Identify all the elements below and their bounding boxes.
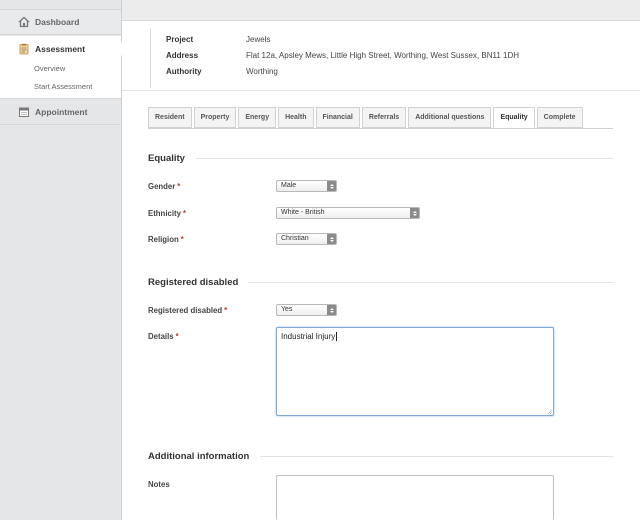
sidebar-group-assessment: Assessment Overview Start Assessment bbox=[0, 36, 128, 99]
select-value: Yes bbox=[281, 306, 293, 313]
updown-arrow-icon bbox=[327, 305, 336, 315]
section-title-equality: Equality bbox=[148, 153, 185, 164]
tab-referrals[interactable]: Referrals bbox=[361, 107, 407, 128]
notes-label: Notes bbox=[148, 480, 170, 489]
tab-equality[interactable]: Equality bbox=[493, 107, 535, 128]
ethnicity-select[interactable]: White - British bbox=[276, 207, 420, 219]
calendar-icon bbox=[18, 106, 30, 118]
tab-complete[interactable]: Complete bbox=[536, 107, 583, 128]
tab-financial[interactable]: Financial bbox=[315, 107, 360, 128]
gender-select[interactable]: Male bbox=[276, 180, 337, 192]
label-text: Registered disabled bbox=[148, 306, 223, 315]
tab-additional-questions[interactable]: Additional questions bbox=[408, 107, 492, 128]
active-pointer bbox=[121, 42, 128, 56]
details-label: Details * bbox=[148, 332, 179, 341]
required-marker: * bbox=[177, 182, 181, 191]
required-marker: * bbox=[224, 306, 228, 315]
tab-energy[interactable]: Energy bbox=[238, 107, 277, 128]
religion-label: Religion * bbox=[148, 235, 184, 244]
select-value: Male bbox=[281, 182, 297, 189]
tab-resident[interactable]: Resident bbox=[148, 107, 192, 128]
section-divider bbox=[248, 282, 613, 283]
section-title-additional-information: Additional information bbox=[148, 451, 250, 462]
sidebar-item-dashboard[interactable]: Dashboard bbox=[0, 9, 121, 35]
registered-disabled-label: Registered disabled * bbox=[148, 306, 227, 315]
info-value: Worthing bbox=[246, 67, 278, 76]
tab-property[interactable]: Property bbox=[193, 107, 237, 128]
clipboard-icon bbox=[18, 43, 30, 55]
sidebar-item-label: Appointment bbox=[35, 106, 88, 117]
registered-disabled-select[interactable]: Yes bbox=[276, 304, 337, 316]
required-marker: * bbox=[180, 235, 184, 244]
updown-arrow-icon bbox=[327, 234, 336, 244]
sidebar-subitem-overview[interactable]: Overview bbox=[34, 64, 65, 73]
info-label: Authority bbox=[166, 67, 202, 76]
info-value: Flat 12a, Apsley Mews, Little High Stree… bbox=[246, 51, 520, 60]
label-text: Details bbox=[148, 332, 174, 341]
section-divider bbox=[260, 456, 613, 457]
label-text: Ethnicity bbox=[148, 209, 181, 218]
required-marker: * bbox=[182, 209, 186, 218]
updown-arrow-icon bbox=[327, 181, 336, 191]
text-cursor bbox=[336, 332, 338, 341]
select-value: Christian bbox=[281, 235, 309, 242]
ethnicity-label: Ethnicity * bbox=[148, 209, 186, 218]
label-text: Religion bbox=[148, 235, 179, 244]
resize-handle[interactable] bbox=[547, 409, 552, 414]
section-title-registered-disabled: Registered disabled bbox=[148, 277, 239, 288]
textarea-value: Industrial Injury bbox=[281, 332, 336, 341]
home-icon bbox=[18, 16, 30, 28]
section-divider bbox=[196, 158, 613, 159]
tab-bar: Resident Property Energy Health Financia… bbox=[148, 107, 585, 129]
project-info: Project Jewels Address Flat 12a, Apsley … bbox=[150, 28, 631, 88]
updown-arrow-icon bbox=[410, 208, 419, 218]
label-text: Gender bbox=[148, 182, 176, 191]
details-textarea[interactable]: Industrial Injury bbox=[276, 327, 554, 416]
info-value: Jewels bbox=[246, 35, 271, 44]
sidebar-item-assessment[interactable]: Assessment bbox=[0, 36, 121, 62]
sidebar-item-label: Assessment bbox=[35, 44, 86, 54]
select-value: White - British bbox=[281, 209, 325, 216]
gender-label: Gender * bbox=[148, 182, 180, 191]
religion-select[interactable]: Christian bbox=[276, 233, 337, 245]
sidebar-item-appointment[interactable]: Appointment bbox=[0, 99, 121, 125]
info-label: Address bbox=[166, 51, 199, 60]
sidebar: Dashboard Assessment Overview Start Asse… bbox=[0, 0, 128, 520]
required-marker: * bbox=[175, 332, 179, 341]
top-band bbox=[122, 0, 640, 21]
notes-textarea[interactable] bbox=[276, 475, 554, 520]
tab-health[interactable]: Health bbox=[278, 107, 314, 128]
sidebar-item-label: Dashboard bbox=[35, 17, 80, 27]
sidebar-subitem-start-assessment[interactable]: Start Assessment bbox=[34, 82, 92, 91]
info-label: Project bbox=[166, 35, 194, 44]
